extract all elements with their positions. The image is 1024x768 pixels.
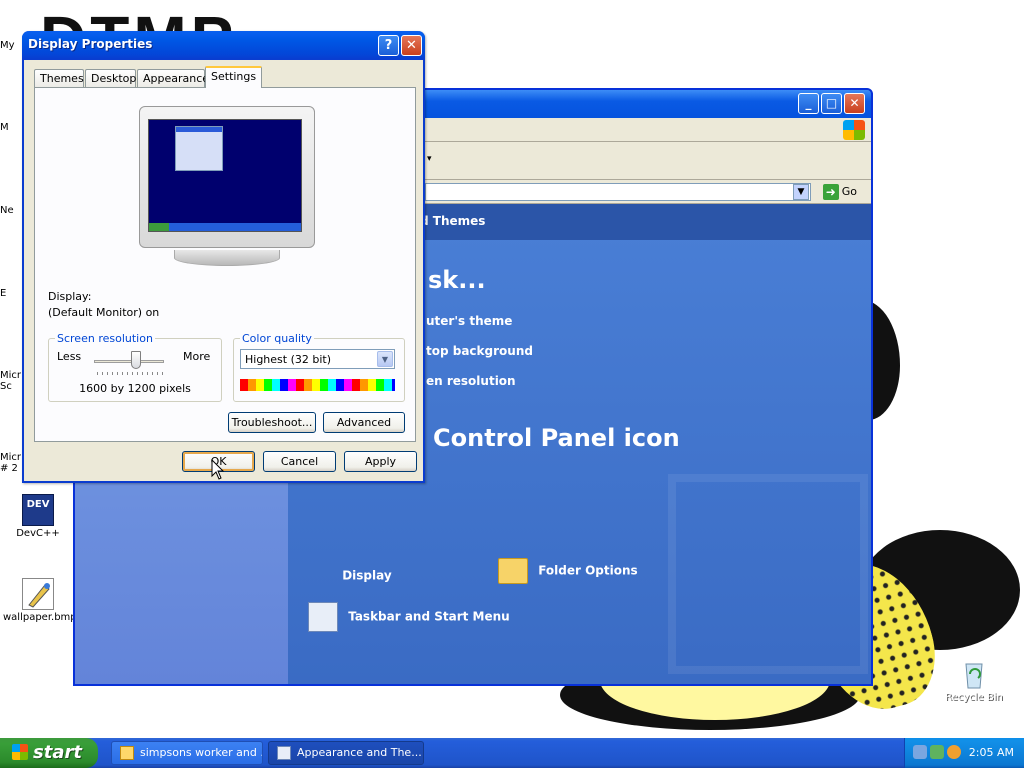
chevron-down-icon[interactable]: ▾	[427, 154, 432, 164]
cp-icon-taskbar[interactable]: Taskbar and Start Menu	[308, 602, 510, 632]
go-arrow-icon: ➜	[822, 184, 839, 200]
category-watermark	[668, 474, 868, 674]
desktop-icon-label[interactable]: My	[0, 40, 15, 51]
group-title: Screen resolution	[55, 332, 155, 345]
search-icon[interactable]	[947, 745, 961, 759]
monitor-preview	[139, 106, 315, 266]
group-title: Color quality	[240, 332, 314, 345]
slider-ticks	[97, 372, 163, 375]
monitor-screen	[148, 119, 302, 232]
minimize-button[interactable]: _	[798, 93, 819, 114]
cp-icon-folder-options[interactable]: Folder Options	[498, 558, 638, 584]
chevron-down-icon[interactable]: ▼	[377, 351, 393, 367]
pick-icon-heading: Control Panel icon	[433, 424, 680, 452]
advanced-button[interactable]: Advanced	[323, 412, 405, 433]
tab-desktop[interactable]: Desktop	[85, 69, 136, 87]
devcpp-icon: DEV	[22, 494, 54, 526]
task-link-theme[interactable]: uter's theme	[426, 314, 512, 328]
desktop-icon-label[interactable]: E	[0, 288, 6, 299]
task-link-background[interactable]: top background	[426, 344, 533, 358]
window-icon	[120, 746, 134, 760]
paint-file-icon	[22, 578, 54, 610]
less-label: Less	[57, 350, 82, 363]
desktop-icon-devcpp[interactable]: DEV DevC++	[3, 494, 73, 539]
clock[interactable]: 2:05 AM	[969, 746, 1014, 759]
taskbar-item-simpsons[interactable]: simpsons worker and ...	[111, 741, 263, 765]
tab-appearance[interactable]: Appearance	[137, 69, 209, 87]
monitor-stand	[174, 250, 280, 266]
tab-settings[interactable]: Settings	[205, 66, 262, 88]
desktop-icon-label[interactable]: Micr Sc	[0, 370, 21, 392]
pick-task-heading: sk...	[428, 266, 486, 294]
control-panel-icon	[277, 746, 291, 760]
settings-panel: Display: (Default Monitor) on Screen res…	[34, 87, 416, 442]
mouse-cursor-icon	[211, 459, 225, 480]
preview-window	[175, 126, 223, 171]
dialog-titlebar[interactable]: Display Properties ? ✕	[22, 31, 425, 60]
help-button[interactable]: ?	[378, 35, 399, 56]
windows-logo-icon	[843, 120, 865, 140]
desktop-icon-label[interactable]: Ne	[0, 205, 14, 216]
cp-icon-display[interactable]: Display	[308, 566, 391, 586]
windows-logo-icon	[12, 744, 28, 760]
display-value: (Default Monitor) on	[48, 306, 160, 319]
resolution-slider-thumb[interactable]	[131, 351, 141, 369]
color-preview-bar	[240, 379, 395, 391]
desktop-icon-wallpaper[interactable]: wallpaper.bmp	[3, 578, 77, 623]
preview-taskbar	[149, 223, 301, 231]
tab-themes[interactable]: Themes	[34, 69, 84, 87]
apply-button[interactable]: Apply	[344, 451, 417, 472]
close-button[interactable]: ✕	[844, 93, 865, 114]
maximize-button[interactable]: □	[821, 93, 842, 114]
desktop-icon-label[interactable]: M	[0, 122, 9, 133]
desktop-icon-label: DevC++	[16, 528, 60, 539]
chevron-down-icon[interactable]: ▼	[793, 184, 809, 200]
taskbar-item-appearance[interactable]: Appearance and The...	[268, 741, 424, 765]
dialog-title: Display Properties	[28, 37, 153, 51]
system-tray: 2:05 AM	[904, 738, 1024, 768]
tray-app-icon[interactable]	[930, 745, 944, 759]
cancel-button[interactable]: Cancel	[263, 451, 336, 472]
close-button[interactable]: ✕	[401, 35, 422, 56]
desktop-icon-label: Recycle Bin	[945, 692, 1003, 703]
display-icon	[308, 566, 338, 586]
folder-icon	[498, 558, 528, 584]
screen-resolution-group: Screen resolution Less More 1600 by 1200…	[48, 332, 222, 402]
desktop-icon-label: wallpaper.bmp	[3, 612, 77, 623]
troubleshoot-button[interactable]: Troubleshoot...	[228, 412, 316, 433]
color-quality-group: Color quality Highest (32 bit) ▼	[233, 332, 405, 402]
resolution-slider-track[interactable]	[94, 360, 164, 363]
taskbar: start simpsons worker and ... Appearance…	[0, 738, 1024, 768]
address-input[interactable]	[425, 183, 811, 201]
task-link-resolution[interactable]: en resolution	[426, 374, 516, 388]
taskbar-icon	[308, 602, 338, 632]
display-label: Display:	[48, 290, 92, 303]
network-icon[interactable]	[913, 745, 927, 759]
desktop-icon-label[interactable]: Micr # 2	[0, 452, 21, 474]
go-button[interactable]: ➜ Go	[822, 184, 857, 200]
more-label: More	[183, 350, 211, 363]
recycle-bin-icon	[958, 658, 990, 690]
start-button[interactable]: start	[0, 738, 98, 768]
display-properties-dialog[interactable]: Display Properties ? ✕ Themes Desktop Ap…	[22, 31, 425, 483]
color-quality-select[interactable]: Highest (32 bit) ▼	[240, 349, 395, 369]
desktop-icon-recycle-bin[interactable]: Recycle Bin	[939, 658, 1009, 703]
preview-start-button	[149, 223, 169, 231]
resolution-value: 1600 by 1200 pixels	[79, 382, 191, 395]
